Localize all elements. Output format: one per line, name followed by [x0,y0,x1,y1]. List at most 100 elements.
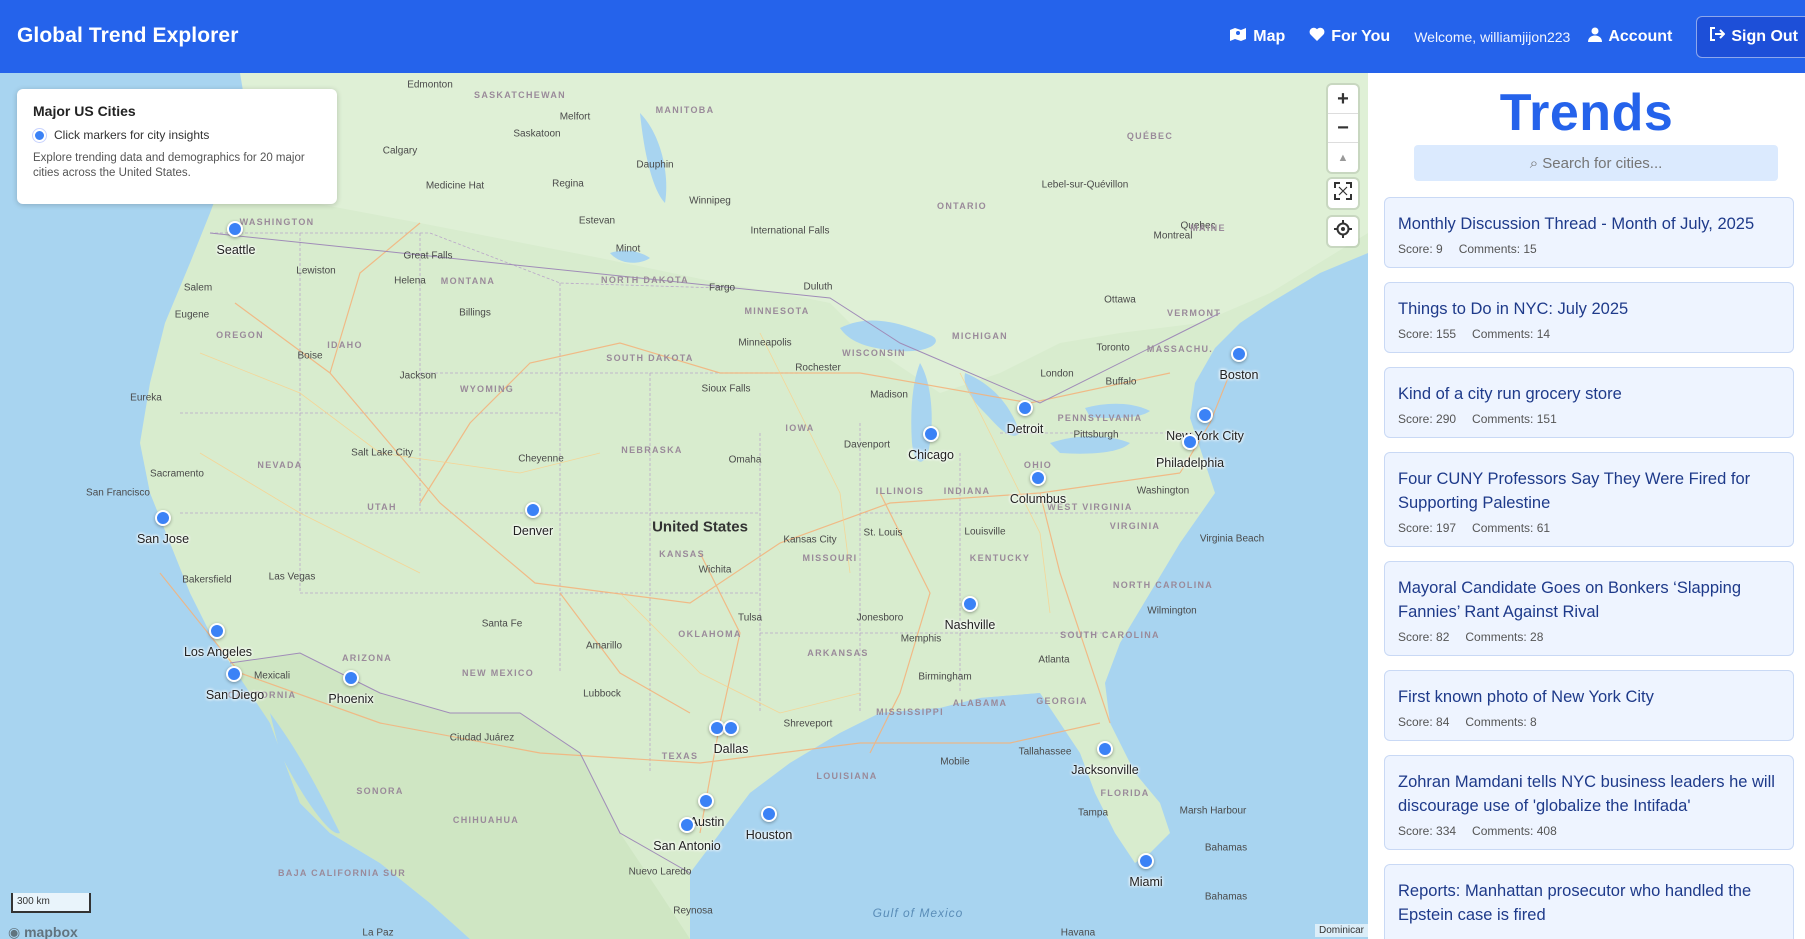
city-search-input[interactable] [1414,145,1778,181]
trend-card[interactable]: Monthly Discussion Thread - Month of Jul… [1384,197,1794,268]
marker-philadelphia[interactable] [1182,434,1198,450]
map-label-intl-falls: International Falls [750,225,830,237]
map-label-georgia: GEORGIA [1036,696,1088,706]
marker-dallas[interactable] [723,720,739,736]
map-label-saskatoon: Saskatoon [513,128,561,140]
marker-label-austin: Austin [689,815,725,829]
trend-list: Monthly Discussion Thread - Month of Jul… [1384,197,1794,939]
trend-score: Score: 82 [1398,630,1450,644]
marker-columbus[interactable] [1030,470,1046,486]
app-title[interactable]: Global Trend Explorer [17,24,238,48]
trend-title[interactable]: Reports: Manhattan prosecutor who handle… [1398,879,1780,927]
map-label-indiana: INDIANA [943,486,991,496]
nav-map-link[interactable]: Map [1229,27,1285,47]
fullscreen-button[interactable] [1328,179,1358,208]
compass-button[interactable]: ▲ [1328,143,1358,172]
trend-comments: Comments: 408 [1472,824,1557,838]
marker-san-antonio[interactable] [679,817,695,833]
marker-new-york-city[interactable] [1197,407,1213,423]
trend-card[interactable]: Zohran Mamdani tells NYC business leader… [1384,755,1794,850]
map-label-atlanta: Atlanta [1038,654,1070,666]
trend-title[interactable]: Mayoral Candidate Goes on Bonkers ‘Slapp… [1398,576,1780,624]
marker-nashville[interactable] [962,596,978,612]
marker-san-diego[interactable] [226,666,242,682]
map-label-fargo: Fargo [708,282,736,294]
map-label-wyoming: WYOMING [459,384,515,394]
zoom-in-button[interactable]: + [1328,85,1358,114]
map-label-san-francisco: San Francisco [86,487,150,499]
trend-comments: Comments: 151 [1472,412,1557,426]
legend-description: Explore trending data and demographics f… [33,152,305,179]
legend-marker-hint: Click markers for city insights [54,128,210,142]
marker-label-san-antonio: San Antonio [653,839,721,853]
nav-account-link[interactable]: Account [1588,27,1672,47]
map-label-chihuahua: CHIHUAHUA [452,815,520,825]
marker-label-detroit: Detroit [1006,422,1044,436]
trend-title[interactable]: Zohran Mamdani tells NYC business leader… [1398,770,1780,818]
map-label-great-falls: Great Falls [403,250,453,262]
map-label-montreal: Montreal [1153,230,1193,242]
top-navbar: Global Trend Explorer Map For You Welcom… [0,0,1805,73]
map-label-helena: Helena [394,275,426,287]
trend-card[interactable]: Reports: Manhattan prosecutor who handle… [1384,864,1794,939]
compass-icon: ▲ [1337,151,1349,164]
marker-austin[interactable] [698,793,714,809]
map-label-la-paz: La Paz [362,927,394,939]
marker-seattle[interactable] [227,221,243,237]
nav-links: Map For You Welcome, williamjijon223 Acc… [1229,0,1805,73]
sign-out-button[interactable]: Sign Out [1696,15,1805,58]
trend-card[interactable]: Four CUNY Professors Say They Were Fired… [1384,452,1794,547]
map-label-shreveport: Shreveport [783,718,833,730]
marker-san-jose[interactable] [155,510,171,526]
map-attribution[interactable]: Dominicar [1314,924,1368,937]
map-label-washington: WASHINGTON [239,217,315,227]
trend-card[interactable]: Kind of a city run grocery store Score: … [1384,367,1794,438]
marker-chicago[interactable] [923,426,939,442]
map-label-maine: MAINE [1190,223,1226,233]
marker-label-boston: Boston [1219,368,1259,382]
marker-phoenix[interactable] [343,670,359,686]
map-label-south-dakota: SOUTH DAKOTA [606,353,694,363]
map-legend: Major US Cities Click markers for city i… [17,89,337,204]
mapbox-logo[interactable]: ◉ mapbox [8,924,78,939]
trend-title[interactable]: Four CUNY Professors Say They Were Fired… [1398,467,1780,515]
map-label-illinois: ILLINOIS [875,486,925,496]
navigation-control: + − ▲ [1328,85,1358,172]
marker-denver[interactable] [525,502,541,518]
map-label-mobile: Mobile [940,756,970,768]
map-label-oklahoma: OKLAHOMA [678,629,742,639]
marker-label-san-jose: San Jose [136,532,190,546]
map-label-minot: Minot [615,243,641,255]
nav-for-you-link[interactable]: For You [1309,27,1390,46]
map-label-nuevo-laredo: Nuevo Laredo [628,866,692,878]
map-label-missouri: MISSOURI [802,553,858,563]
map-label-st-louis: St. Louis [863,527,903,539]
trend-meta [1398,933,1780,939]
trend-title[interactable]: Monthly Discussion Thread - Month of Jul… [1398,212,1780,236]
trend-comments: Comments: 8 [1465,715,1537,729]
map-label-nebraska: NEBRASKA [621,445,683,455]
map-label-lewiston: Lewiston [296,265,336,277]
marker-miami[interactable] [1138,853,1154,869]
map-label-bahamas-2: Bahamas [1204,891,1248,903]
trend-card[interactable]: Things to Do in NYC: July 2025 Score: 15… [1384,282,1794,353]
marker-jacksonville[interactable] [1097,741,1113,757]
map-label-santa-fe: Santa Fe [481,618,523,630]
map-label-louisiana: LOUISIANA [816,771,878,781]
map-label-alabama: ALABAMA [952,698,1008,708]
trend-card[interactable]: First known photo of New York City Score… [1384,670,1794,741]
scale-bar: 300 km [11,893,91,913]
trend-title[interactable]: Kind of a city run grocery store [1398,382,1780,406]
trend-title[interactable]: Things to Do in NYC: July 2025 [1398,297,1780,321]
trend-title[interactable]: First known photo of New York City [1398,685,1780,709]
nav-map-label: Map [1253,27,1286,45]
marker-boston[interactable] [1231,346,1247,362]
map-label-iowa: IOWA [785,423,815,433]
marker-los-angeles[interactable] [209,623,225,639]
zoom-out-button[interactable]: − [1328,114,1358,143]
geolocate-button[interactable] [1328,217,1358,246]
map-canvas[interactable]: Edmonton SASKATCHEWAN MANITOBA Melfort S… [0,73,1368,939]
marker-houston[interactable] [761,806,777,822]
trend-card[interactable]: Mayoral Candidate Goes on Bonkers ‘Slapp… [1384,561,1794,656]
marker-detroit[interactable] [1017,400,1033,416]
